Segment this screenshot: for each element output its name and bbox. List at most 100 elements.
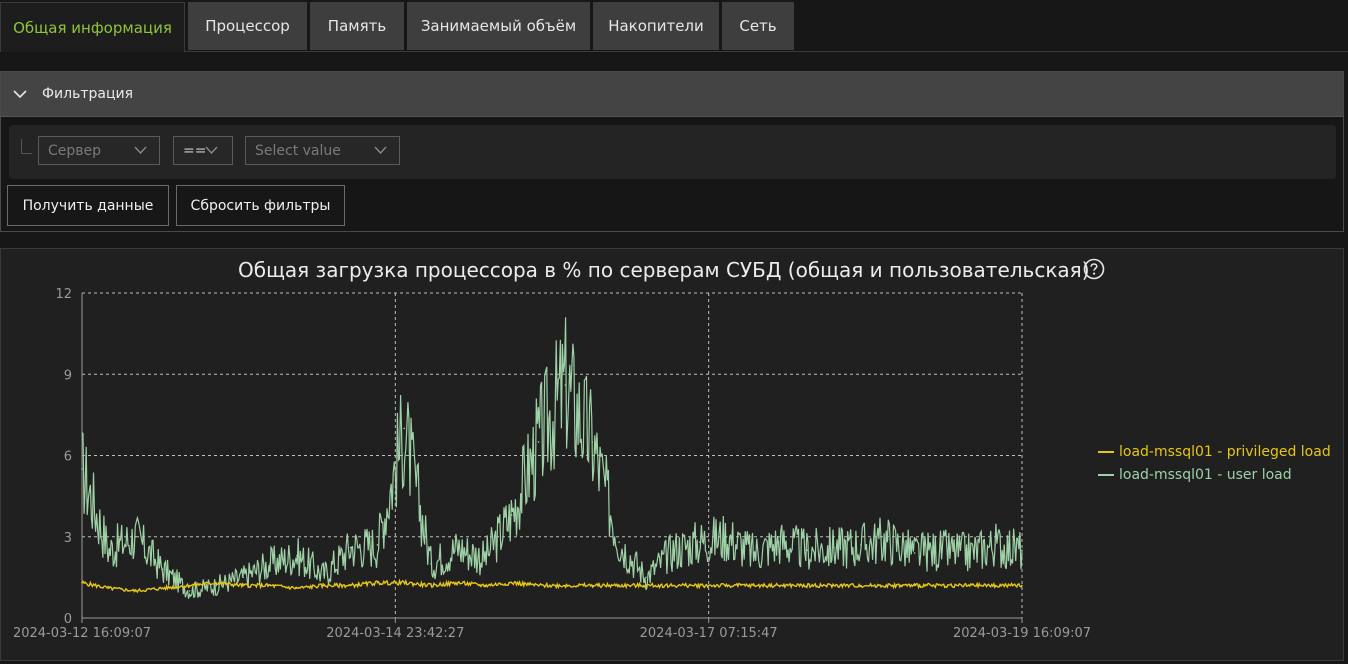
chart-legend: load-mssql01 - privileged load load-mssq… <box>1098 440 1331 486</box>
data-point-privileged <box>672 584 674 587</box>
legend-item-user[interactable]: load-mssql01 - user load <box>1098 463 1331 486</box>
chevron-down-icon[interactable] <box>12 86 28 102</box>
data-point-privileged <box>779 584 782 587</box>
data-point-user <box>940 549 943 552</box>
data-point-user <box>886 538 889 541</box>
value-select[interactable]: Select value <box>245 136 400 165</box>
filter-title: Фильтрация <box>42 86 134 102</box>
get-data-button[interactable]: Получить данные <box>7 185 169 226</box>
data-point-user <box>833 546 835 549</box>
data-point-privileged <box>269 584 271 587</box>
data-point-user <box>188 590 191 592</box>
y-tick-label: 6 <box>64 450 72 465</box>
chart-series <box>81 317 1023 599</box>
operator-select[interactable]: == <box>173 136 233 165</box>
y-tick-label: 0 <box>64 612 72 627</box>
data-point-privileged <box>430 584 432 587</box>
data-point-privileged <box>752 584 755 587</box>
x-tick-label: 2024-03-14 23:42:27 <box>326 626 464 641</box>
data-point-user <box>618 541 620 543</box>
data-point-user <box>376 544 379 546</box>
tab-processor[interactable]: Процессор <box>188 2 307 50</box>
data-point-user <box>349 546 352 549</box>
data-point-user <box>645 576 647 579</box>
data-point-privileged <box>564 584 567 587</box>
data-point-user <box>457 546 459 549</box>
data-point-privileged <box>81 581 83 584</box>
data-point-privileged <box>134 590 137 592</box>
data-point-privileged <box>161 587 164 590</box>
data-point-privileged <box>833 584 835 587</box>
field-select[interactable]: Сервер <box>38 136 160 165</box>
data-point-user <box>403 427 406 430</box>
data-point-user <box>913 552 916 554</box>
data-point-user <box>269 563 271 565</box>
y-tick-label: 12 <box>55 287 72 302</box>
series-line-user <box>81 317 1023 599</box>
tab-network[interactable]: Сеть <box>722 2 794 50</box>
tab-storage[interactable]: Накопители <box>593 2 719 50</box>
legend-label-user: load-mssql01 - user load <box>1119 466 1292 483</box>
tab-occupied-volume[interactable]: Занимаемый объём <box>407 2 590 50</box>
legend-label-privileged: load-mssql01 - privileged load <box>1119 443 1331 460</box>
reset-filters-button[interactable]: Сбросить фильтры <box>176 185 345 226</box>
value-select-placeholder: Select value <box>255 142 341 159</box>
data-point-user <box>81 468 83 470</box>
data-point-privileged <box>725 584 728 587</box>
data-point-user <box>108 549 110 552</box>
data-point-user <box>322 573 325 576</box>
data-point-privileged <box>591 584 594 587</box>
data-point-user <box>967 552 970 554</box>
operator-value: == <box>183 142 207 159</box>
legend-swatch-privileged <box>1098 450 1114 453</box>
chevron-down-icon <box>134 146 147 155</box>
data-point-privileged <box>645 584 647 587</box>
data-point-user <box>860 544 862 546</box>
tab-general-info[interactable]: Общая информация <box>0 2 185 52</box>
data-point-user <box>242 576 244 579</box>
data-point-privileged <box>537 584 540 587</box>
data-point-user <box>537 441 540 443</box>
data-point-user <box>806 549 808 552</box>
data-point-user <box>779 541 782 543</box>
data-point-privileged <box>698 584 701 587</box>
legend-item-privileged[interactable]: load-mssql01 - privileged load <box>1098 440 1331 463</box>
data-point-privileged <box>886 584 889 587</box>
data-point-privileged <box>484 584 486 587</box>
y-tick-label: 3 <box>64 531 72 546</box>
x-tick-label: 2024-03-19 16:09:07 <box>953 626 1091 641</box>
data-point-user <box>698 541 701 543</box>
data-point-privileged <box>510 581 513 584</box>
data-point-privileged <box>296 587 298 590</box>
tree-connector <box>21 139 32 154</box>
x-tick-label: 2024-03-17 07:15:47 <box>640 626 778 641</box>
data-point-user <box>296 554 298 557</box>
tab-memory[interactable]: Память <box>310 2 404 50</box>
data-point-privileged <box>322 584 325 587</box>
field-select-placeholder: Сервер <box>48 142 102 159</box>
legend-swatch-user <box>1098 473 1114 476</box>
chevron-down-icon <box>374 146 387 155</box>
data-point-user <box>161 568 164 571</box>
data-point-privileged <box>913 584 916 587</box>
data-point-user <box>752 552 755 554</box>
data-point-user <box>430 563 432 565</box>
data-point-privileged <box>618 584 620 587</box>
data-point-user <box>510 514 513 516</box>
filter-condition-row: Сервер == Select value <box>9 125 1336 179</box>
data-point-privileged <box>994 584 996 587</box>
data-point-privileged <box>967 584 970 587</box>
data-point-privileged <box>349 584 352 587</box>
data-point-privileged <box>940 584 943 587</box>
x-tick-label: 2024-03-12 16:09:07 <box>13 626 151 641</box>
data-point-privileged <box>806 584 808 587</box>
y-tick-label: 9 <box>64 368 72 383</box>
data-point-privileged <box>457 581 459 584</box>
data-point-user <box>672 549 674 552</box>
data-point-user <box>994 544 996 546</box>
filter-header[interactable]: Фильтрация <box>1 72 1343 117</box>
data-point-user <box>134 535 137 538</box>
data-point-privileged <box>215 581 218 584</box>
data-point-privileged <box>403 581 406 584</box>
data-point-privileged <box>860 584 862 587</box>
